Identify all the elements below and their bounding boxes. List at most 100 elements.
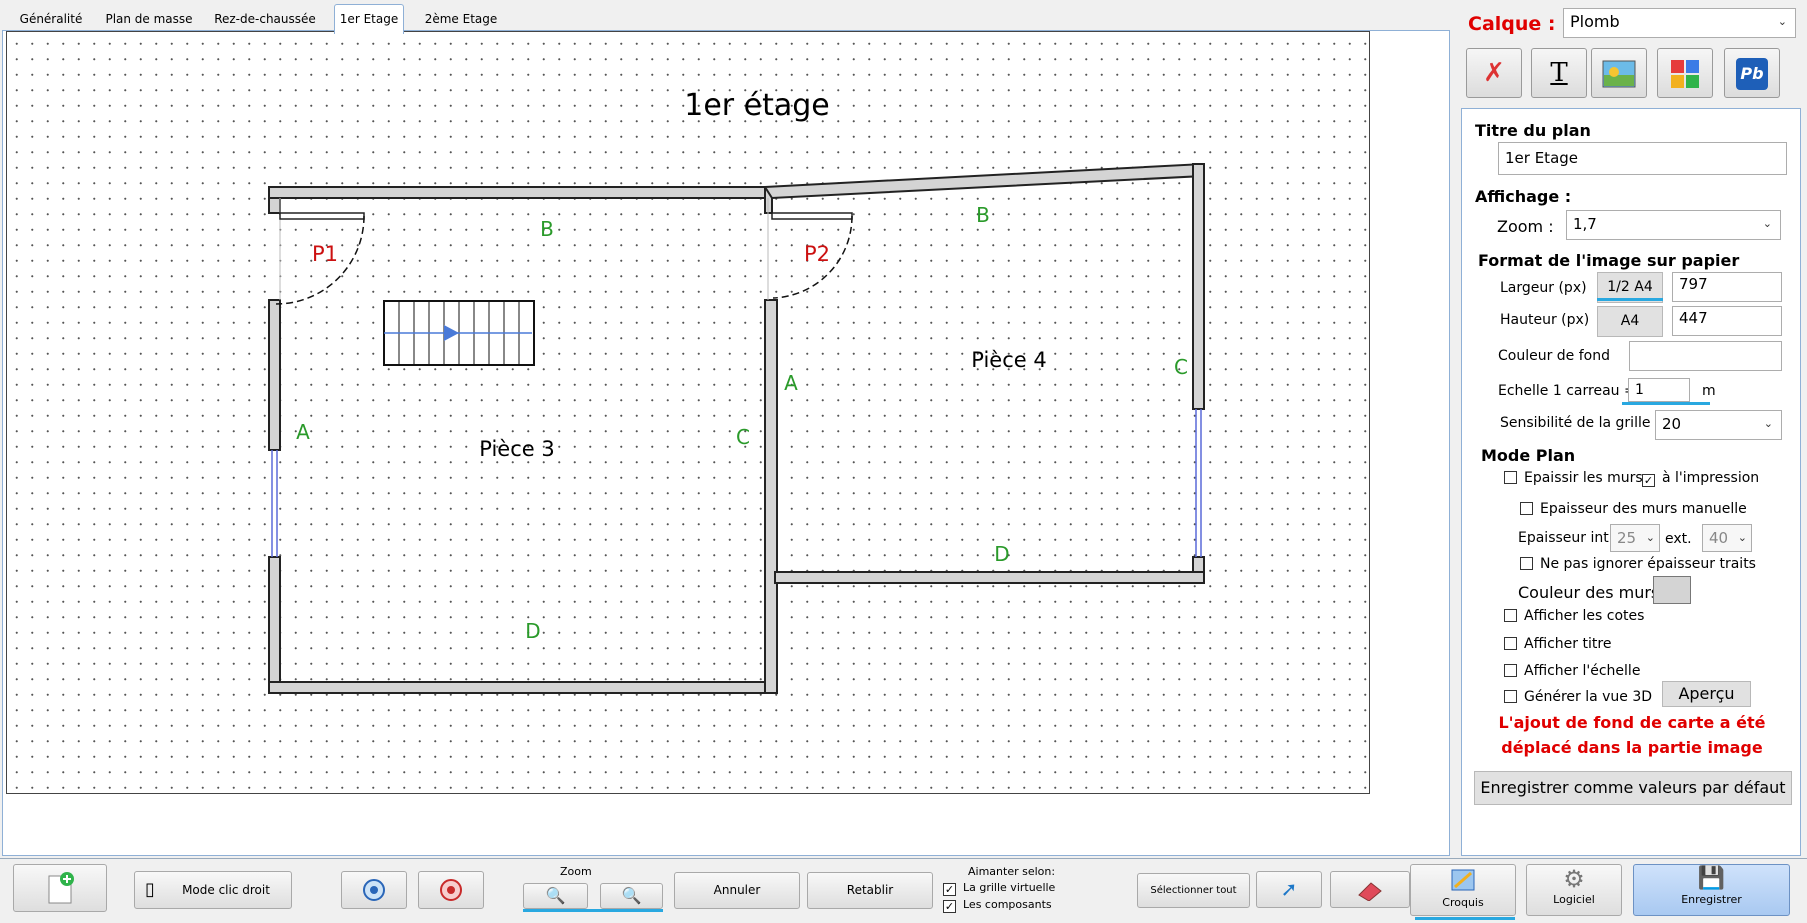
afficher-titre-checkbox[interactable]: Afficher titre [1504,636,1611,652]
calque-label: Calque : [1468,13,1556,35]
a4-button[interactable]: A4 [1597,306,1663,337]
zoom-group-label: Zoom [560,865,592,878]
echelle-unit: m [1702,383,1716,399]
wall-south-room4 [774,571,1205,584]
annuler-button[interactable]: Annuler [674,872,800,909]
text-tool-button[interactable]: T [1531,48,1587,98]
epaisseur-int-value: 25 [1617,529,1637,547]
checkbox-box [1520,557,1533,570]
couleur-fond-input[interactable] [1629,341,1782,371]
plomberie-tool-button[interactable]: Pb [1724,48,1780,98]
enregistrer-defaut-button[interactable]: Enregistrer comme valeurs par défaut [1474,771,1792,805]
tab-1er-etage[interactable]: 1er Etage [334,4,404,34]
eraser-icon [1358,882,1382,902]
checkbox-checked: ✓ [943,900,956,913]
components-tool-button[interactable] [1657,48,1713,98]
eraser-button[interactable] [1330,871,1410,908]
text-tool-icon: T [1550,58,1568,88]
enregistrer-button[interactable]: 💾 Enregistrer [1633,864,1790,916]
wall-label-c-room3: C [736,425,750,449]
mode-clic-droit-button[interactable]: ▯ Mode clic droit [134,871,292,909]
largeur-input[interactable]: 797 [1672,272,1782,302]
mode-plan-label: Mode Plan [1481,446,1576,465]
calque-select[interactable]: Plomb ⌄ [1563,8,1796,38]
wall-north-room3 [268,186,766,199]
echelle-underline [1622,402,1710,405]
app-window: Généralité Plan de masse Rez-de-chaussée… [0,0,1807,923]
apercu-button[interactable]: Aperçu [1662,681,1751,707]
zoom-fit-button[interactable] [341,871,407,909]
generer-3d-checkbox[interactable]: Générer la vue 3D [1504,689,1652,705]
epaisseur-manuelle-label: Epaisseur des murs manuelle [1540,501,1747,517]
image-tool-button[interactable] [1591,48,1647,98]
wall-south-room3 [268,681,778,694]
sensibilite-select[interactable]: 20 ⌄ [1655,410,1782,440]
largeur-label: Largeur (px) [1500,280,1587,296]
checkbox-box [1504,637,1517,650]
tab-generalite[interactable]: Généralité [10,8,92,32]
zoom-out-button[interactable]: 🔍 [523,883,588,909]
zoom-reset-button[interactable] [418,871,484,909]
chevron-down-icon: ⌄ [1762,217,1772,230]
afficher-cotes-checkbox[interactable]: Afficher les cotes [1504,608,1644,624]
hauteur-label: Hauteur (px) [1500,312,1590,328]
titre-label: Titre du plan [1475,121,1591,140]
checkbox-box [1504,664,1517,677]
retablir-button[interactable]: Retablir [807,872,933,909]
checkbox-box [1504,609,1517,622]
erase-tool-button[interactable]: ✗ [1466,48,1522,98]
select-pointer-button[interactable]: ➚ [1256,871,1322,908]
sensibilite-value: 20 [1662,415,1682,433]
selectionner-tout-button[interactable]: Sélectionner tout [1137,873,1250,908]
zoom-in-icon: 🔍 [621,886,642,905]
composants-checkbox[interactable]: ✓ Les composants [943,897,1052,913]
couleur-murs-swatch[interactable] [1653,576,1691,604]
wall-west-lower [268,556,281,694]
zoom-reset-icon [440,879,462,901]
tab-bar: Généralité Plan de masse Rez-de-chaussée… [0,0,1450,34]
tab-2eme-etage[interactable]: 2ème Etage [418,8,504,32]
floor-plan[interactable]: 1er étage Pièce 3 Pièce 4 P1 P2 B B A A … [7,32,1371,795]
enregistrer-label: Enregistrer [1681,893,1742,906]
sketch-icon [1451,869,1475,891]
hauteur-input[interactable]: 447 [1672,306,1782,336]
zoom-underline [523,909,663,912]
epaisseur-int-label: Epaisseur int. [1518,530,1614,546]
chevron-down-icon: ⌄ [1737,531,1747,544]
door-p2-label: P2 [804,242,830,266]
croquis-button[interactable]: Croquis [1410,864,1516,916]
zoom-select[interactable]: 1,7 ⌄ [1566,210,1781,240]
format-label: Format de l'image sur papier [1478,251,1740,270]
epaisseur-ext-label: ext. [1665,531,1692,547]
titre-input[interactable]: 1er Etage [1498,142,1787,175]
warning-line-1: L'ajout de fond de carte a été [1498,713,1766,732]
epaisseur-ext-value: 40 [1709,529,1729,547]
epaisseur-manuelle-checkbox[interactable]: Epaisseur des murs manuelle [1520,501,1747,517]
afficher-echelle-checkbox[interactable]: Afficher l'échelle [1504,663,1640,679]
new-plan-button[interactable] [13,864,107,912]
wall-label-b-room3: B [540,217,554,241]
grille-virtuelle-checkbox[interactable]: ✓ La grille virtuelle [943,880,1055,896]
zoom-in-button[interactable]: 🔍 [600,883,663,909]
epaissir-checkbox[interactable]: Epaissir les murs [1504,470,1643,486]
epaisseur-ext-select[interactable]: 40 ⌄ [1702,524,1752,552]
echelle-input[interactable]: 1 [1628,378,1690,402]
checkbox-checked: ✓ [943,883,956,896]
zoom-fit-icon [363,879,385,901]
drawing-canvas[interactable]: 1er étage Pièce 3 Pièce 4 P1 P2 B B A A … [6,31,1370,794]
tab-rez-de-chaussee[interactable]: Rez-de-chaussée [210,8,320,32]
bottom-toolbar: ▯ Mode clic droit Zoom 🔍 🔍 Annuler Retab… [0,858,1807,923]
tab-plan-de-masse[interactable]: Plan de masse [100,8,198,32]
logiciel-button[interactable]: ⚙ Logiciel [1526,864,1622,916]
scissors-icon: ✗ [1483,58,1505,88]
zoom-value: 1,7 [1573,215,1597,233]
wall-label-c-room4: C [1174,355,1188,379]
epaisseur-int-select[interactable]: 25 ⌄ [1610,524,1660,552]
wall-west-upper [268,299,281,451]
plan-title: 1er étage [684,88,830,123]
ne-pas-ignorer-checkbox[interactable]: Ne pas ignorer épaisseur traits [1520,556,1756,572]
generer-3d-label: Générer la vue 3D [1524,689,1653,705]
checkbox-box [1504,471,1517,484]
staircase[interactable] [383,300,535,366]
impression-checkbox[interactable]: ✓ à l'impression [1642,470,1759,487]
